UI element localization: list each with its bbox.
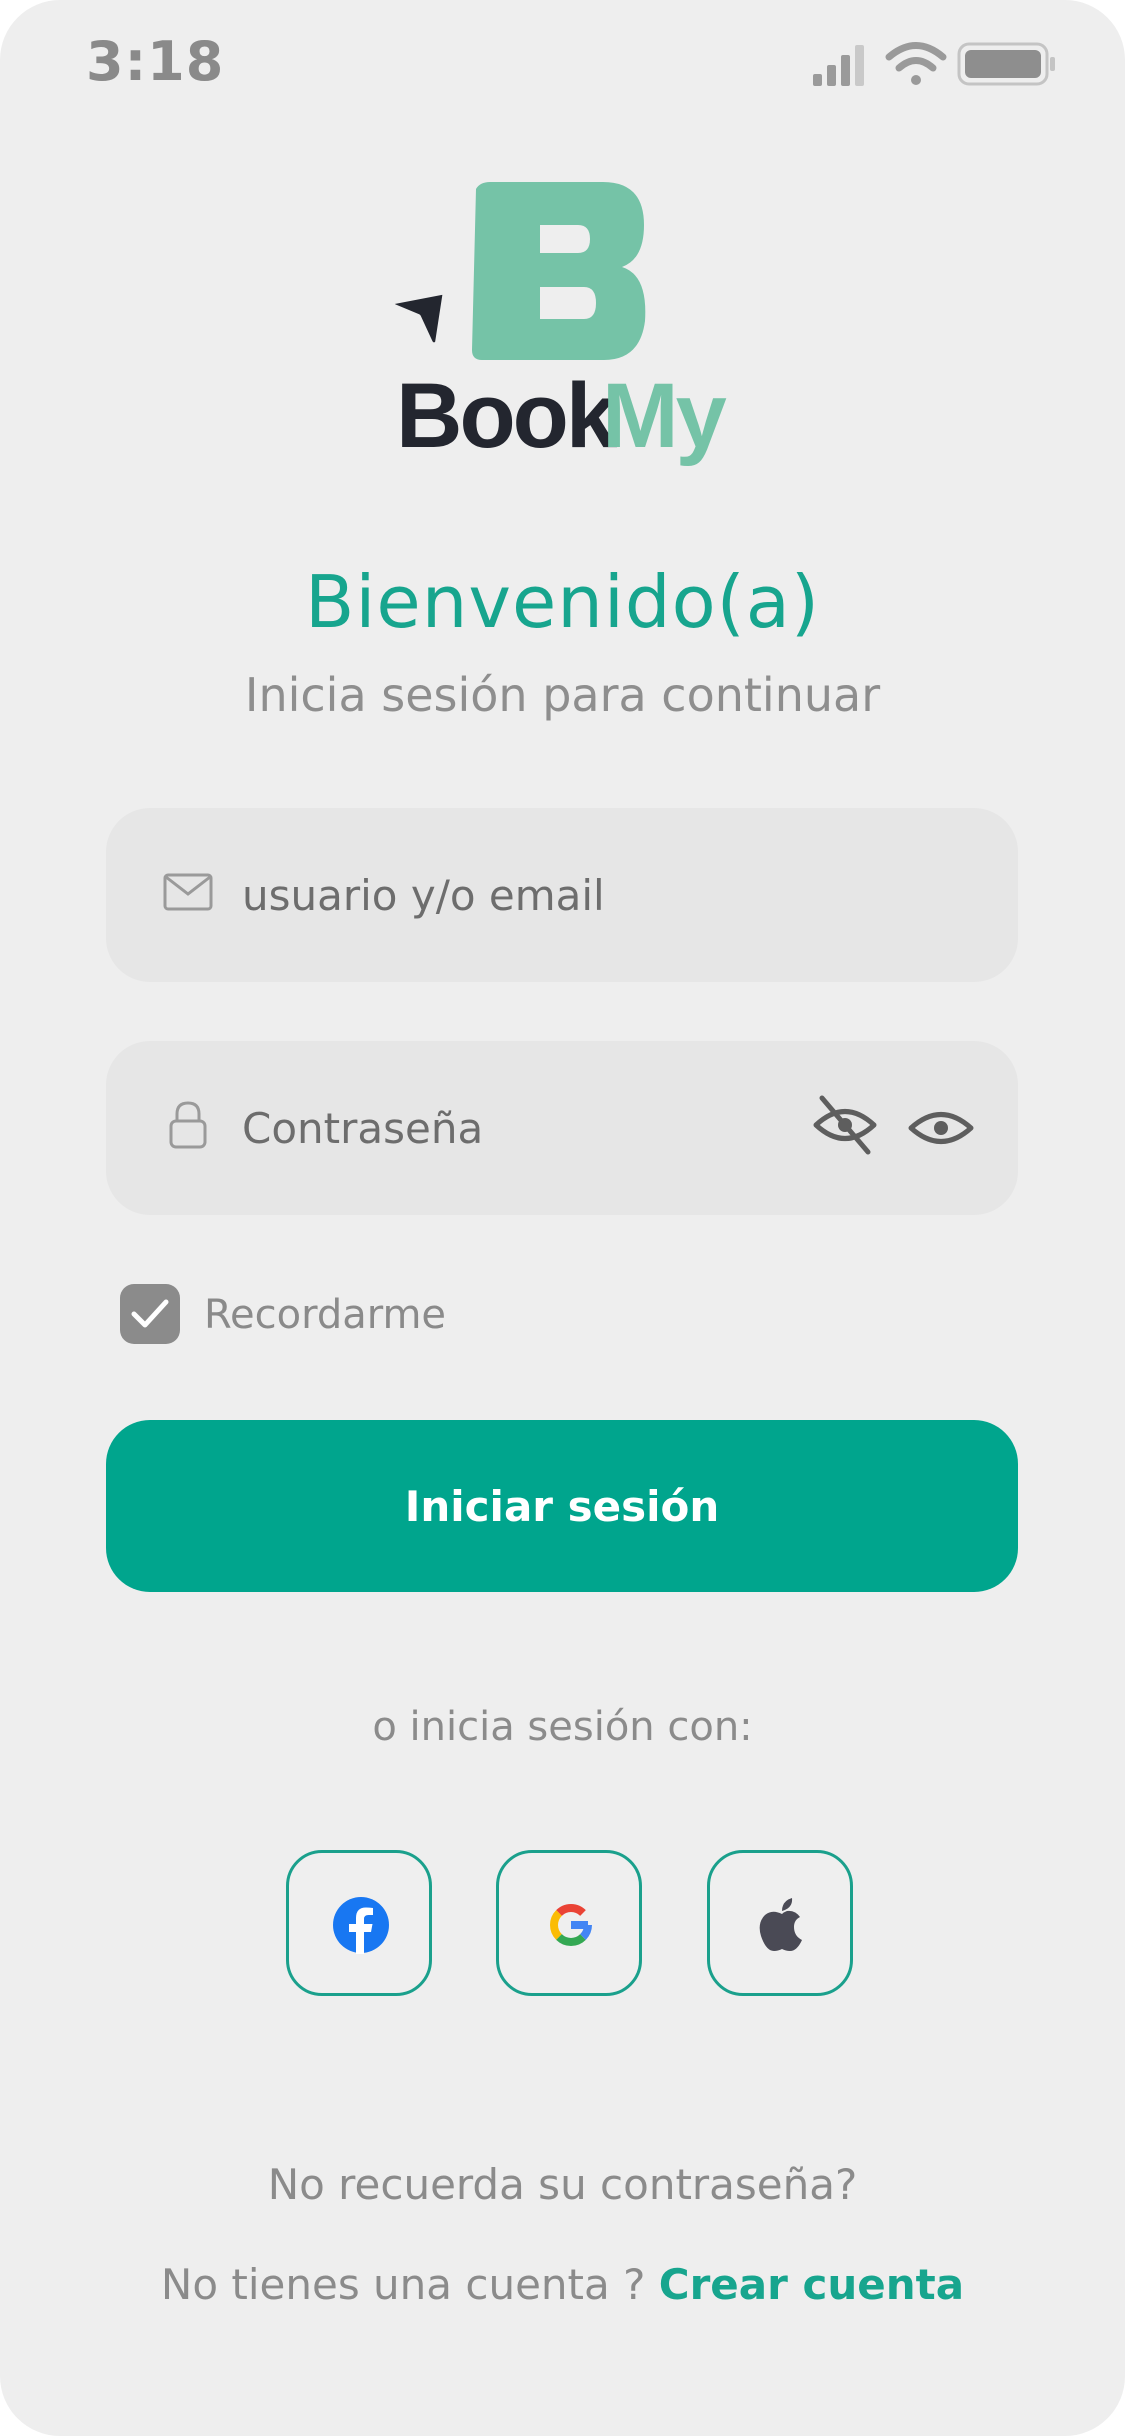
brand-name-my: My bbox=[602, 365, 727, 467]
password-input[interactable] bbox=[242, 1041, 762, 1215]
forgot-password-link[interactable]: No recuerda su contraseña? bbox=[0, 2160, 1125, 2209]
google-login-button[interactable] bbox=[496, 1850, 642, 1996]
status-time: 3:18 bbox=[86, 30, 225, 93]
login-button[interactable]: Iniciar sesión bbox=[106, 1420, 1018, 1592]
checkmark-icon bbox=[131, 1299, 169, 1328]
battery-icon bbox=[957, 42, 1055, 86]
wifi-icon bbox=[885, 42, 947, 85]
remember-checkbox[interactable] bbox=[120, 1284, 180, 1344]
facebook-login-button[interactable] bbox=[286, 1850, 432, 1996]
password-field[interactable] bbox=[106, 1041, 1018, 1215]
mail-icon bbox=[162, 866, 214, 922]
apple-login-button[interactable] bbox=[707, 1850, 853, 1996]
logo-b-shape bbox=[472, 182, 646, 360]
email-input[interactable] bbox=[242, 808, 762, 982]
apple-icon bbox=[759, 1898, 802, 1951]
eye-icon[interactable] bbox=[908, 1101, 974, 1159]
brand-name-book: Book bbox=[396, 365, 618, 467]
signup-prompt: No tienes una cuenta ? Crear cuenta bbox=[0, 2260, 1125, 2309]
no-account-text: No tienes una cuenta ? bbox=[160, 2260, 659, 2309]
login-screen: 3:18 Book My Bienvenido(a) Inicia sesión… bbox=[0, 0, 1125, 2436]
status-icons bbox=[813, 40, 1063, 90]
email-field[interactable] bbox=[106, 808, 1018, 982]
remember-label: Recordarme bbox=[204, 1292, 447, 1338]
create-account-link[interactable]: Crear cuenta bbox=[659, 2260, 964, 2309]
facebook-icon bbox=[333, 1897, 389, 1954]
page-subtitle: Inicia sesión para continuar bbox=[244, 668, 881, 722]
eye-off-icon[interactable] bbox=[812, 1092, 878, 1162]
page-title: Bienvenido(a) bbox=[305, 560, 820, 644]
bookmy-logo: Book My bbox=[390, 175, 750, 475]
google-icon bbox=[550, 1904, 592, 1946]
lock-icon bbox=[162, 1099, 214, 1155]
social-login-label: o inicia sesión con: bbox=[372, 1704, 753, 1750]
signal-bars-icon bbox=[813, 45, 864, 86]
cursor-arrow-icon bbox=[390, 288, 449, 349]
